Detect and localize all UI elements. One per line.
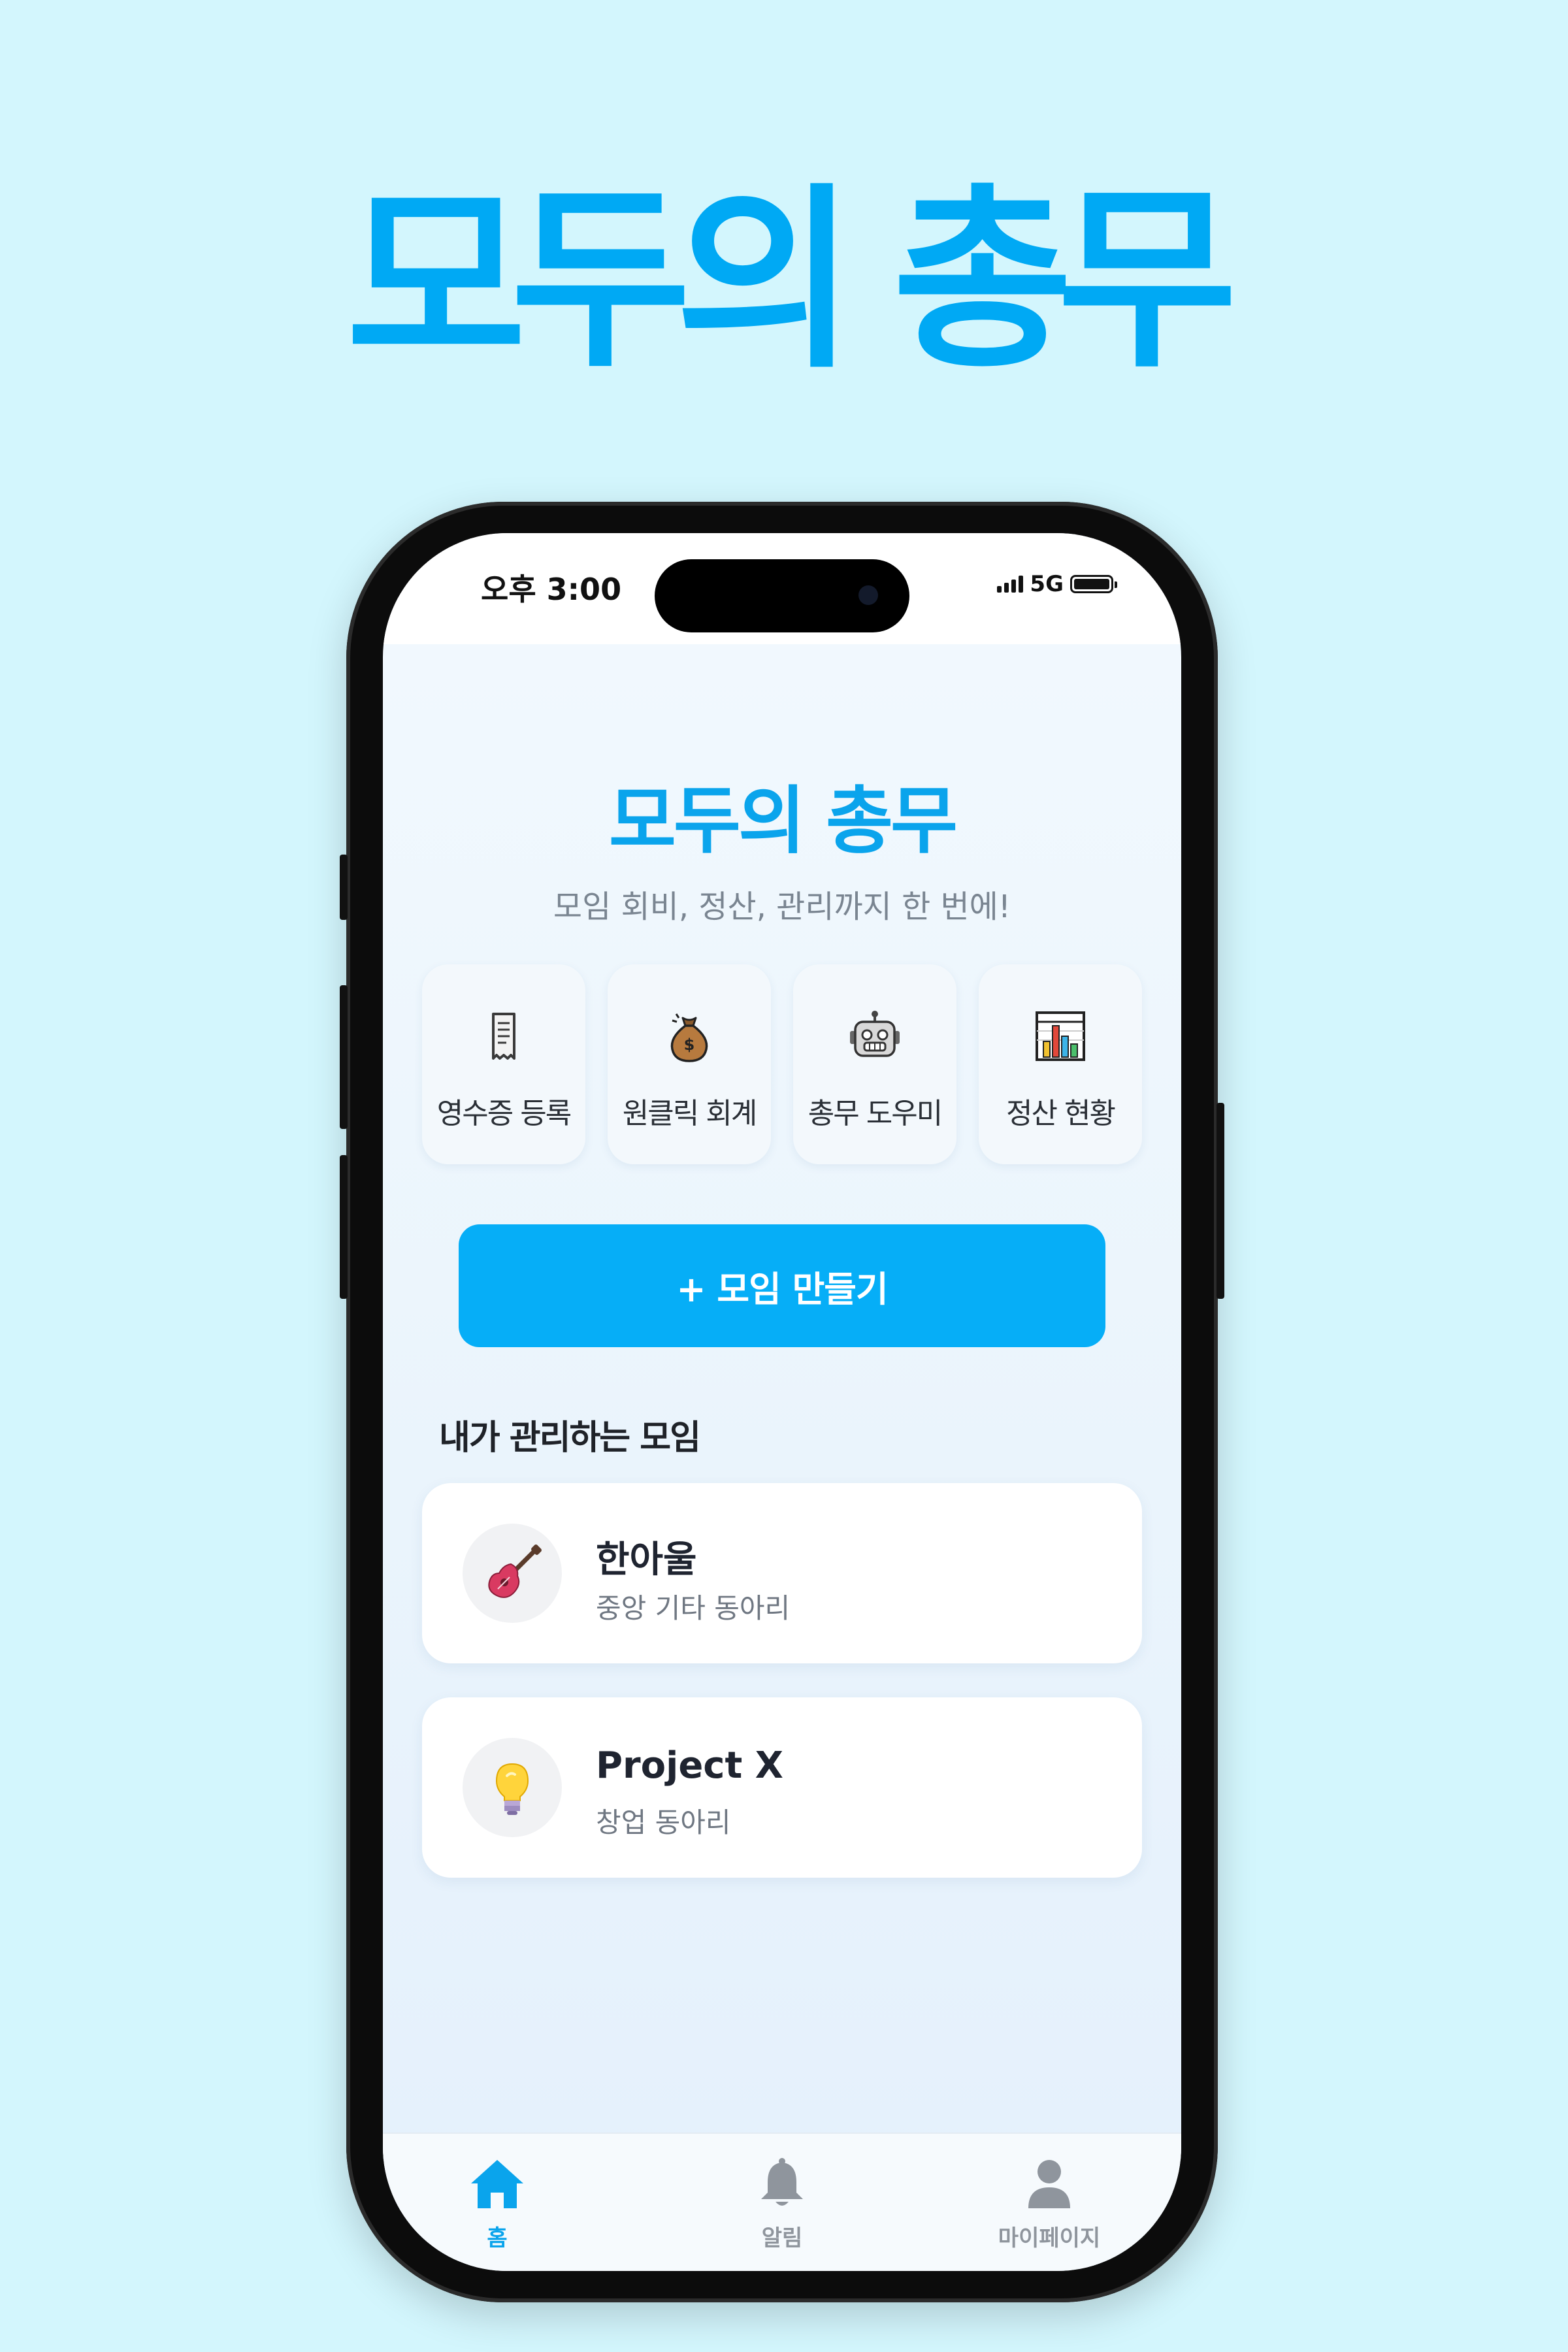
quick-action-assistant[interactable]: 총무 도우미 — [793, 964, 956, 1164]
group-card[interactable]: Project X 창업 동아리 — [422, 1697, 1142, 1878]
battery-icon — [1070, 575, 1117, 593]
group-description: 창업 동아리 — [596, 1806, 731, 1838]
group-card[interactable]: 한아울 중앙 기타 동아리 — [422, 1483, 1142, 1663]
nav-label: 홈 — [487, 2225, 508, 2251]
user-icon — [1028, 2160, 1070, 2208]
quick-action-settlement[interactable]: 정산 현황 — [979, 964, 1142, 1164]
status-bar: 오후 3:00 5G — [383, 533, 1181, 644]
group-avatar — [463, 1738, 562, 1837]
quick-action-label: 영수증 등록 — [436, 1097, 572, 1130]
power-button — [1217, 1103, 1224, 1299]
nav-label: 마이페이지 — [998, 2225, 1101, 2251]
home-icon — [471, 2160, 523, 2208]
lightbulb-icon — [495, 1763, 529, 1815]
quick-action-label: 원클릭 회계 — [622, 1097, 757, 1130]
section-title: 내가 관리하는 모임 — [439, 1418, 701, 1458]
money-bag-icon: $ — [670, 1013, 708, 1062]
quick-action-label: 총무 도우미 — [808, 1097, 943, 1130]
bottom-nav: 홈 알림 마이페이지 — [383, 2132, 1181, 2271]
create-group-button[interactable]: + 모임 만들기 — [459, 1224, 1105, 1347]
dynamic-island — [655, 559, 909, 632]
svg-text:$: $ — [684, 1036, 695, 1054]
nav-label: 알림 — [761, 2225, 803, 2251]
guitar-icon — [488, 1544, 542, 1598]
group-name: 한아울 — [596, 1539, 697, 1581]
quick-action-label: 정산 현황 — [1006, 1097, 1116, 1130]
receipt-icon — [492, 1013, 515, 1060]
app-subtitle: 모임 회비, 정산, 관리까지 한 번에! — [553, 889, 1011, 925]
action-button — [340, 855, 348, 920]
group-avatar — [463, 1524, 562, 1623]
bell-icon — [761, 2158, 803, 2206]
nav-item-home[interactable]: 홈 — [399, 2156, 595, 2252]
status-time: 오후 3:00 — [481, 572, 622, 607]
group-name: Project X — [596, 1744, 783, 1787]
nav-item-mypage[interactable]: 마이페이지 — [951, 2156, 1147, 2252]
group-description: 중앙 기타 동아리 — [596, 1592, 791, 1624]
nav-item-notifications[interactable]: 알림 — [684, 2156, 880, 2252]
phone-frame: 오후 3:00 5G 모두의 총무 모임 회비, 정산, 관리까지 한 번에! — [340, 502, 1224, 2302]
promo-title: 모두의 총무 — [346, 167, 1237, 395]
bar-chart-icon — [1036, 1011, 1085, 1061]
front-camera — [858, 585, 878, 605]
volume-down-button — [340, 1155, 348, 1299]
quick-actions: 영수증 등록 $ 원클릭 회계 총무 도우미 정산 현황 — [422, 964, 1142, 1164]
phone-screen: 오후 3:00 5G 모두의 총무 모임 회비, 정산, 관리까지 한 번에! — [383, 533, 1181, 2271]
app-title: 모두의 총무 — [608, 779, 958, 864]
robot-icon — [850, 1011, 900, 1057]
network-label: 5G — [1030, 571, 1064, 597]
volume-up-button — [340, 985, 348, 1129]
quick-action-accounting[interactable]: $ 원클릭 회계 — [608, 964, 771, 1164]
quick-action-receipt[interactable]: 영수증 등록 — [422, 964, 585, 1164]
status-indicators: 5G — [997, 571, 1117, 597]
signal-icon — [997, 576, 1024, 593]
